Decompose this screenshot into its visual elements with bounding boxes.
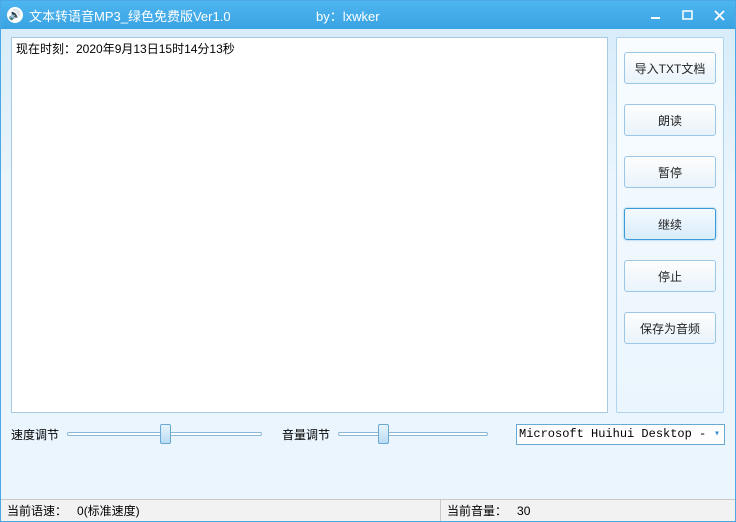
maximize-button[interactable]	[671, 1, 703, 29]
main-area: 导入TXT文档 朗读 暂停 继续 停止 保存为音频	[1, 29, 735, 417]
app-icon: 🔊	[7, 7, 23, 23]
window-controls	[639, 1, 735, 29]
client-area: 导入TXT文档 朗读 暂停 继续 停止 保存为音频 速度调节 音量调节 Micr…	[1, 29, 735, 521]
text-input[interactable]	[11, 37, 608, 413]
close-button[interactable]	[703, 1, 735, 29]
resume-button[interactable]: 继续	[624, 208, 716, 240]
import-txt-button[interactable]: 导入TXT文档	[624, 52, 716, 84]
volume-label: 音量调节	[282, 426, 330, 443]
status-speed-value: 0(标准速度)	[77, 502, 140, 519]
volume-track	[338, 432, 488, 436]
save-audio-button[interactable]: 保存为音频	[624, 312, 716, 344]
pause-button[interactable]: 暂停	[624, 156, 716, 188]
status-speed: 当前语速： 0(标准速度)	[1, 500, 441, 521]
read-button[interactable]: 朗读	[624, 104, 716, 136]
volume-slider[interactable]	[338, 423, 488, 445]
volume-thumb[interactable]	[378, 424, 389, 444]
voice-select-value: Microsoft Huihui Desktop - Ch	[519, 427, 712, 441]
app-window: 🔊 文本转语音MP3_绿色免费版Ver1.0 by：lxwker 导入TXT文档…	[0, 0, 736, 522]
window-title: 文本转语音MP3_绿色免费版Ver1.0	[29, 6, 231, 25]
status-volume-label: 当前音量：	[447, 502, 507, 519]
statusbar: 当前语速： 0(标准速度) 当前音量： 30	[1, 499, 735, 521]
minimize-button[interactable]	[639, 1, 671, 29]
speed-label: 速度调节	[11, 426, 59, 443]
minimize-icon	[650, 10, 661, 21]
maximize-icon	[682, 10, 693, 21]
status-volume-value: 30	[517, 504, 530, 518]
status-volume: 当前音量： 30	[441, 500, 735, 521]
slider-row: 速度调节 音量调节 Microsoft Huihui Desktop - Ch …	[1, 417, 735, 453]
stop-button[interactable]: 停止	[624, 260, 716, 292]
speed-slider[interactable]	[67, 423, 262, 445]
voice-select[interactable]: Microsoft Huihui Desktop - Ch ▾	[516, 424, 725, 445]
chevron-down-icon: ▾	[712, 428, 722, 440]
titlebar: 🔊 文本转语音MP3_绿色免费版Ver1.0 by：lxwker	[1, 1, 735, 29]
side-panel: 导入TXT文档 朗读 暂停 继续 停止 保存为音频	[616, 37, 724, 413]
close-icon	[714, 10, 725, 21]
speed-thumb[interactable]	[160, 424, 171, 444]
status-speed-label: 当前语速：	[7, 502, 67, 519]
window-author: by：lxwker	[316, 6, 380, 25]
